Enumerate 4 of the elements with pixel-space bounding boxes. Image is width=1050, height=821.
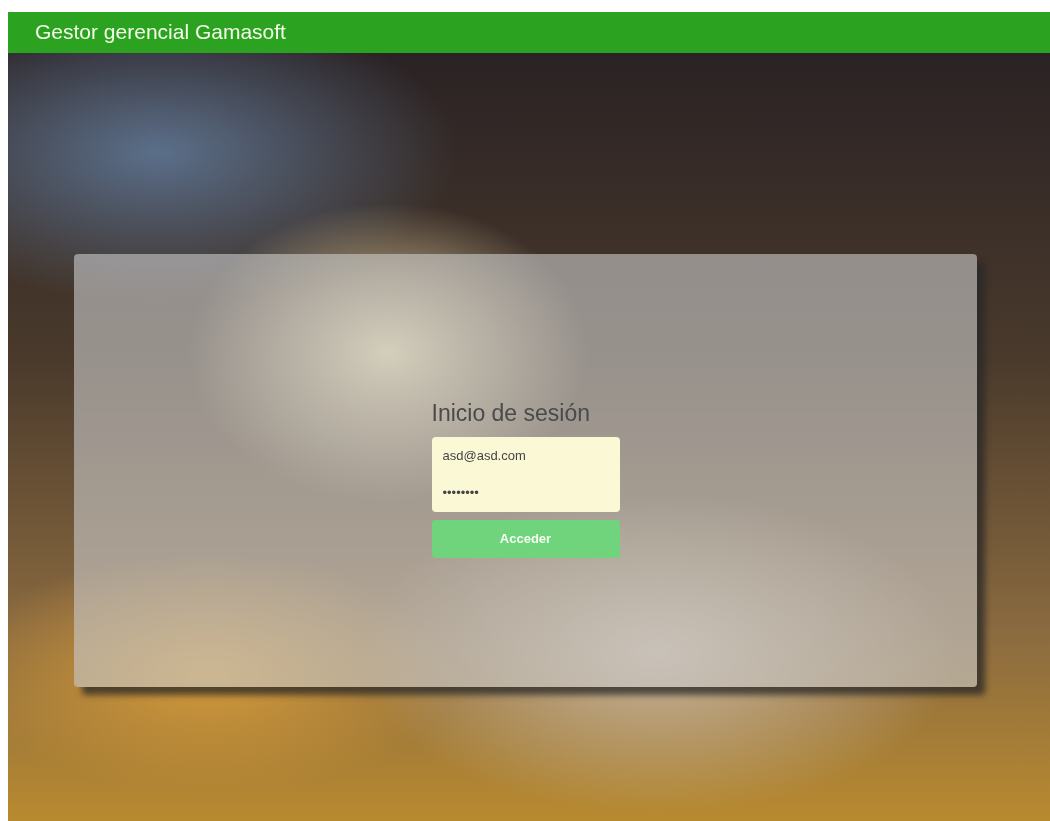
password-field[interactable]: •••••••• xyxy=(431,474,620,512)
email-field[interactable]: asd@asd.com xyxy=(431,436,620,474)
login-heading: Inicio de sesión xyxy=(431,399,592,428)
app-title: Gestor gerencial Gamasoft xyxy=(8,12,1050,53)
